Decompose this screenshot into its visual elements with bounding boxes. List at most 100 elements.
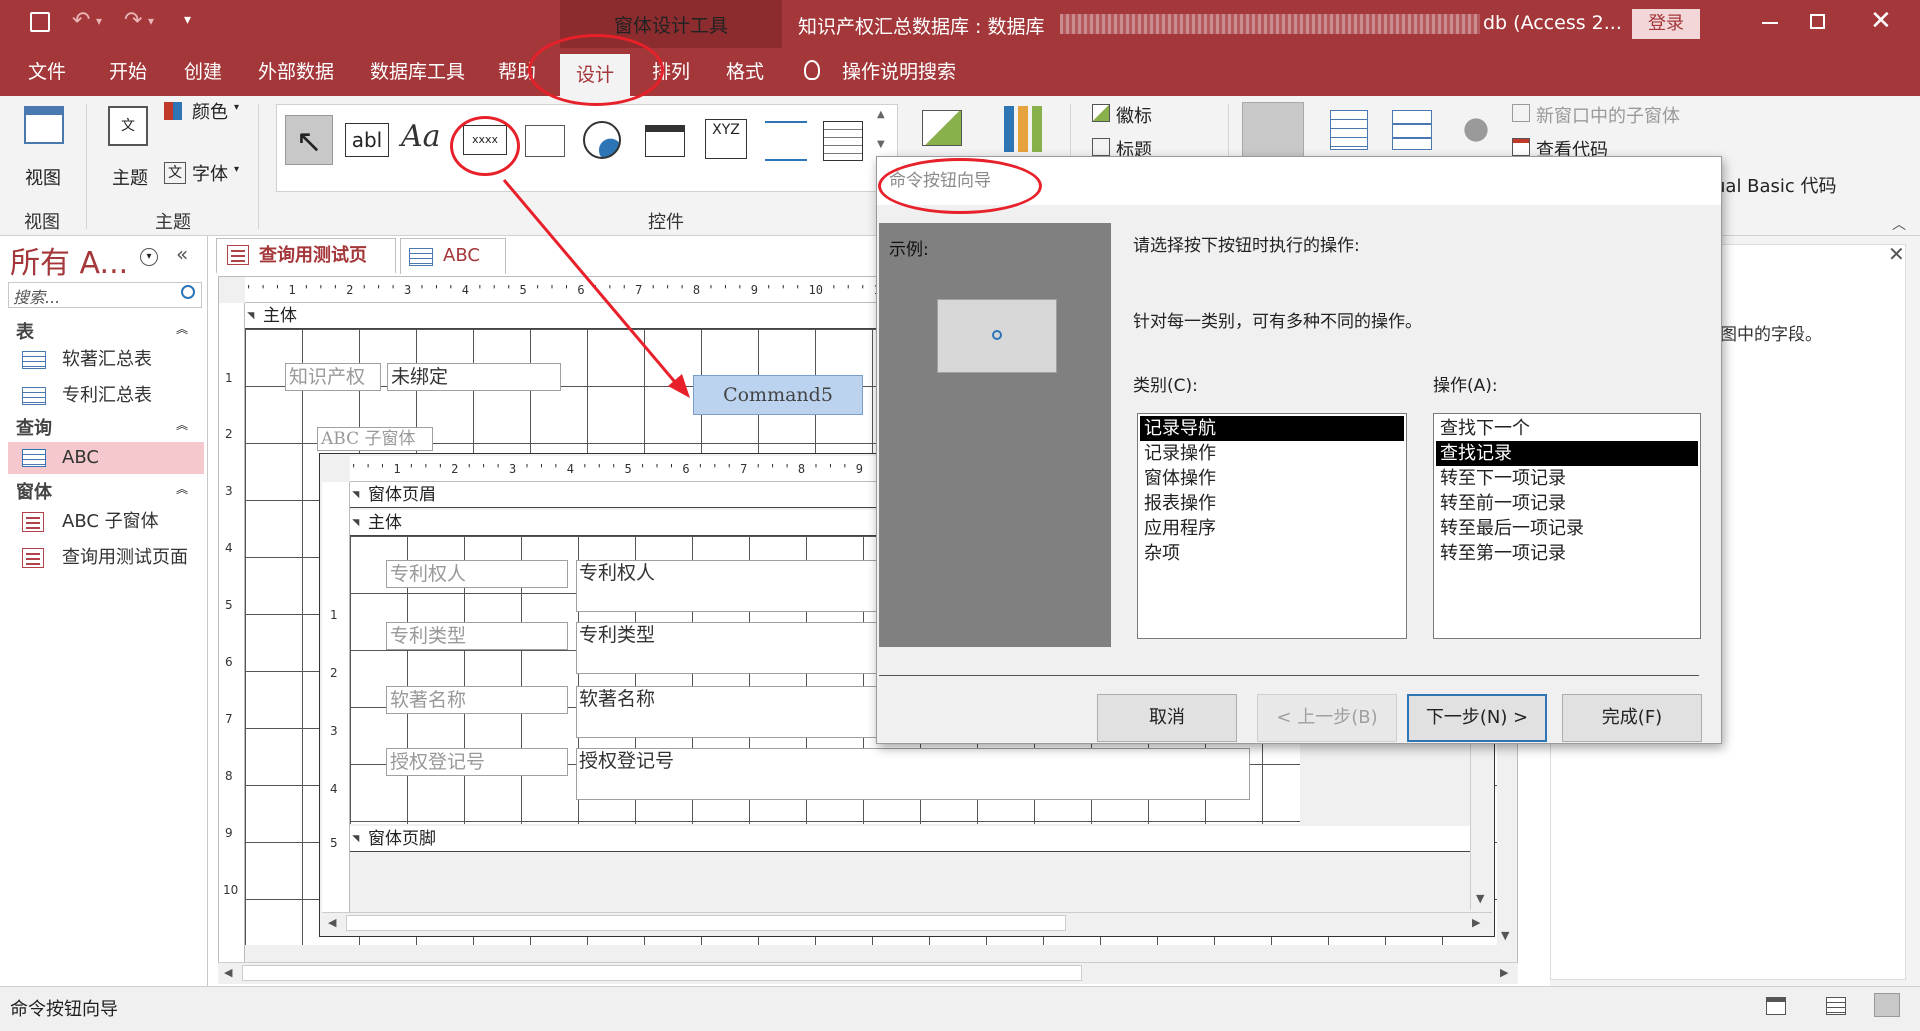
category-item[interactable]: 记录导航: [1140, 416, 1404, 441]
tab-file[interactable]: 文件: [22, 48, 72, 96]
close-icon[interactable]: ✕: [1870, 6, 1892, 36]
page-break-control-icon[interactable]: [765, 121, 807, 161]
tell-me-search[interactable]: 操作说明搜索: [836, 48, 962, 96]
redo-icon[interactable]: ↷: [124, 8, 142, 33]
field-label-patentee[interactable]: 专利权人: [386, 560, 568, 588]
tab-order-icon[interactable]: [1392, 110, 1432, 150]
label-ip[interactable]: 知识产权: [285, 363, 381, 391]
tab-format[interactable]: 格式: [720, 48, 770, 96]
gallery-scroll-up-icon[interactable]: ▲: [877, 109, 885, 120]
undo-dropdown-icon[interactable]: ▾: [96, 14, 102, 28]
view-button[interactable]: 视图: [20, 106, 68, 196]
nav-item-table-softcopy[interactable]: 软著汇总表: [8, 344, 204, 376]
scroll-left-icon[interactable]: ◀: [328, 916, 336, 929]
action-item[interactable]: 转至下一项记录: [1436, 466, 1698, 491]
collapse-section-icon[interactable]: ︽: [176, 320, 188, 337]
subform-footer-bar[interactable]: 窗体页脚: [350, 826, 1470, 852]
restore-icon[interactable]: [1810, 14, 1825, 29]
tab-home[interactable]: 开始: [103, 48, 153, 96]
scroll-down-icon[interactable]: ▼: [1501, 929, 1509, 942]
collapse-section-icon[interactable]: ︽: [176, 480, 188, 497]
category-item[interactable]: 报表操作: [1140, 491, 1404, 516]
subform-label[interactable]: ABC 子窗体: [317, 427, 433, 451]
option-group-control-icon[interactable]: XYZ: [705, 119, 747, 159]
property-sheet-icon[interactable]: [1330, 110, 1368, 150]
cancel-button[interactable]: 取消: [1097, 694, 1237, 742]
vba-label[interactable]: ual Basic 代码: [1714, 172, 1837, 198]
action-item[interactable]: 转至最后一项记录: [1436, 516, 1698, 541]
doc-tab-query-test[interactable]: 查询用测试页面: [216, 238, 396, 300]
scroll-right-icon[interactable]: ▶: [1500, 966, 1508, 979]
undo-icon[interactable]: ↶: [72, 8, 90, 33]
collapse-section-icon[interactable]: ︽: [176, 416, 188, 433]
subform-horizontal-scrollbar[interactable]: ◀ ▶: [322, 912, 1492, 934]
action-listbox[interactable]: 查找下一个 查找记录 转至下一项记录 转至前一项记录 转至最后一项记录 转至第一…: [1433, 413, 1701, 639]
next-button[interactable]: 下一步(N) >: [1407, 694, 1547, 742]
nav-menu-icon[interactable]: ▾: [140, 248, 158, 266]
category-item[interactable]: 应用程序: [1140, 516, 1404, 541]
save-icon[interactable]: [30, 12, 50, 32]
scroll-left-icon[interactable]: ◀: [224, 966, 232, 979]
category-item[interactable]: 记录操作: [1140, 441, 1404, 466]
nav-item-query-abc[interactable]: ABC: [8, 442, 204, 474]
nav-item-form-query-test[interactable]: 查询用测试页面: [8, 542, 204, 574]
category-item[interactable]: 窗体操作: [1140, 466, 1404, 491]
select-pointer-icon[interactable]: ↖: [285, 115, 333, 165]
nav-section-tables[interactable]: 表: [16, 318, 34, 344]
nav-item-table-patent[interactable]: 专利汇总表: [8, 380, 204, 412]
textbox-unbound[interactable]: 未绑定: [387, 363, 561, 391]
design-view-icon[interactable]: [1874, 993, 1900, 1017]
hyperlink-control-icon[interactable]: [583, 121, 621, 159]
field-label-software-name[interactable]: 软著名称: [386, 686, 568, 714]
field-label-patent-type[interactable]: 专利类型: [386, 622, 568, 650]
back-button[interactable]: < 上一步(B): [1257, 694, 1397, 742]
tab-create[interactable]: 创建: [178, 48, 228, 96]
web-browser-control-icon[interactable]: [645, 125, 685, 157]
collapse-ribbon-icon[interactable]: ︿: [1892, 214, 1906, 234]
shutter-bar-icon[interactable]: «: [176, 242, 188, 266]
label-control-icon[interactable]: Aa: [401, 119, 441, 154]
login-button[interactable]: 登录: [1632, 9, 1700, 39]
main-horizontal-scrollbar[interactable]: ◀ ▶: [218, 962, 1518, 984]
action-item[interactable]: 转至前一项记录: [1436, 491, 1698, 516]
doc-tab-abc[interactable]: ABC: [400, 238, 506, 274]
customize-icon[interactable]: ▾: [184, 12, 191, 28]
tab-control-icon[interactable]: [525, 125, 565, 157]
scroll-right-icon[interactable]: ▶: [1472, 916, 1480, 929]
tab-external-data[interactable]: 外部数据: [252, 48, 340, 96]
insert-chart-icon[interactable]: [1004, 106, 1044, 152]
scroll-thumb[interactable]: [242, 965, 1082, 981]
insert-image-icon[interactable]: [922, 110, 962, 146]
field-label-registration-no[interactable]: 授权登记号: [386, 748, 568, 776]
nav-section-forms[interactable]: 窗体: [16, 478, 52, 504]
search-icon[interactable]: [181, 285, 195, 299]
redo-dropdown-icon[interactable]: ▾: [148, 14, 154, 28]
action-item[interactable]: 查找记录: [1436, 441, 1698, 466]
command-button[interactable]: Command5: [693, 375, 863, 415]
action-item[interactable]: 查找下一个: [1436, 416, 1698, 441]
theme-button[interactable]: 文 主题: [106, 106, 154, 196]
scroll-down-icon[interactable]: ▼: [1476, 892, 1484, 905]
category-item[interactable]: 杂项: [1140, 541, 1404, 566]
action-item[interactable]: 转至第一项记录: [1436, 541, 1698, 566]
add-existing-fields-icon[interactable]: [1242, 102, 1304, 160]
combo-box-control-icon[interactable]: [823, 121, 863, 161]
nav-search-box[interactable]: 搜索...: [8, 282, 202, 308]
finish-button[interactable]: 完成(F): [1562, 694, 1702, 742]
field-value-registration-no[interactable]: 授权登记号: [576, 748, 1076, 776]
nav-search-input[interactable]: 搜索...: [13, 284, 60, 308]
nav-pane-header[interactable]: 所有 A...: [10, 238, 128, 282]
scroll-thumb[interactable]: [346, 915, 1066, 931]
category-listbox[interactable]: 记录导航 记录操作 窗体操作 报表操作 应用程序 杂项: [1137, 413, 1407, 639]
form-view-icon[interactable]: [1766, 997, 1786, 1015]
close-pane-icon[interactable]: ✕: [1888, 242, 1905, 266]
ruler-mark: 2: [330, 666, 338, 680]
ruler-mark: 8: [225, 769, 233, 783]
textbox-control-icon[interactable]: abl: [345, 123, 389, 157]
layout-view-icon[interactable]: [1826, 997, 1846, 1015]
minimize-icon[interactable]: [1762, 22, 1778, 24]
nav-section-queries[interactable]: 查询: [16, 414, 52, 440]
gallery-scroll-down-icon[interactable]: ▼: [877, 139, 885, 150]
tab-database-tools[interactable]: 数据库工具: [364, 48, 471, 96]
nav-item-form-abc-sub[interactable]: ABC 子窗体: [8, 506, 204, 538]
